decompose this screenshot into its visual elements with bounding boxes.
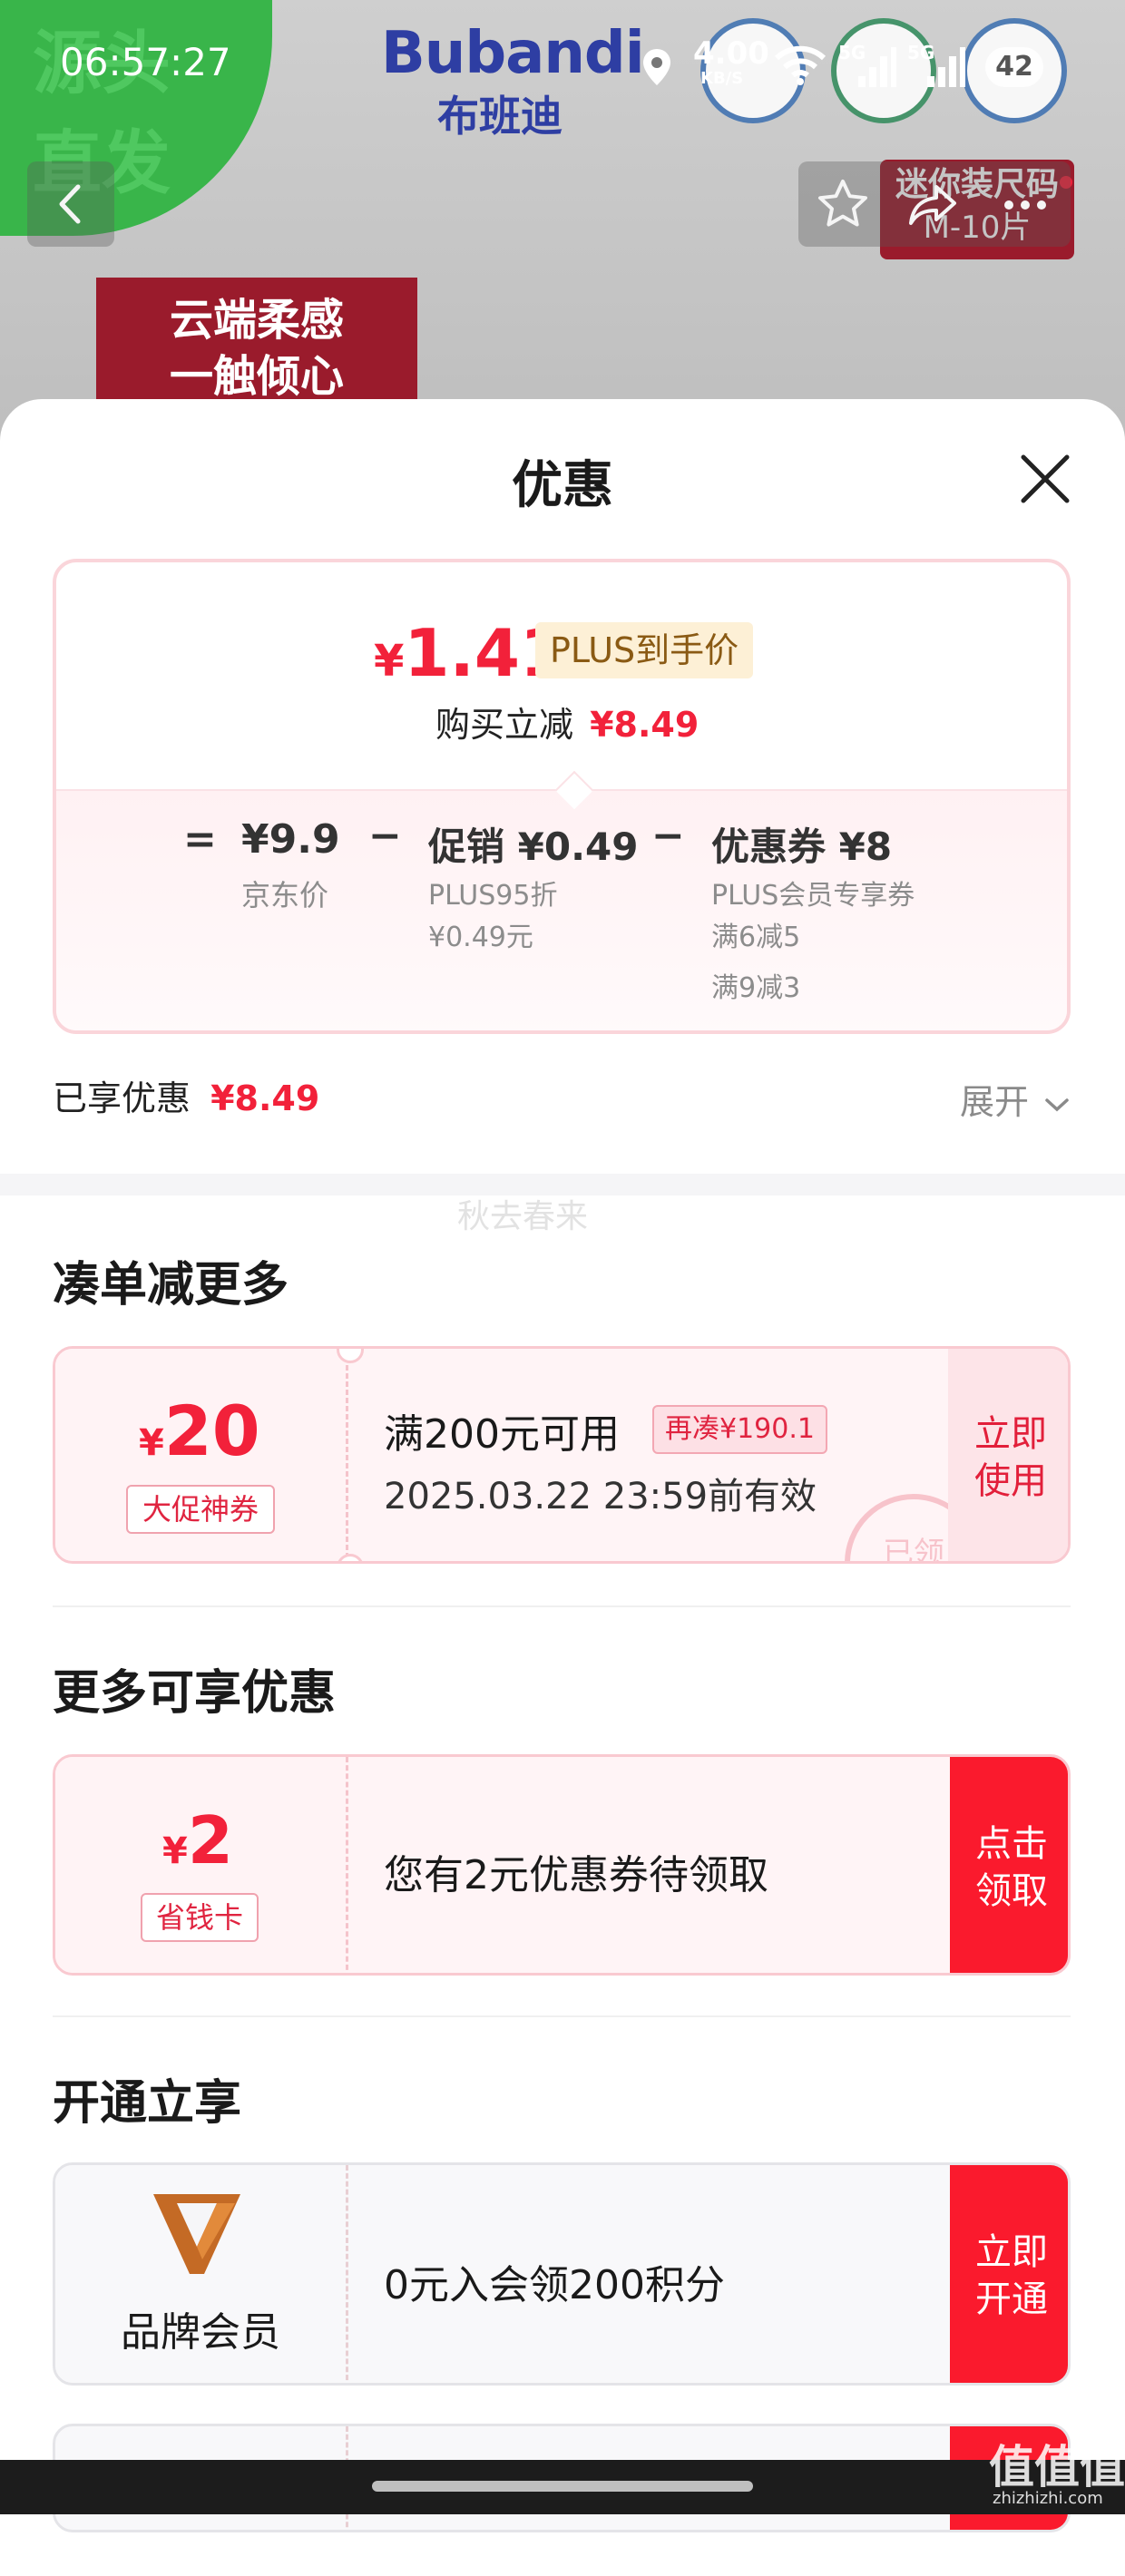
enjoyed-discount-label: 已享优惠 [53,1078,191,1118]
coupon-value: ¥20 [139,1390,260,1471]
more-button[interactable] [1000,180,1051,234]
sheet-title: 优惠 [512,456,613,515]
net-speed: 4.00 [693,35,769,72]
savings-desc: 您有2元优惠券待领取 [384,1852,768,1898]
enjoyed-discount: 已享优惠 ¥8.49 [53,1070,319,1120]
brand-member-card: 品牌会员 0元入会领200积分 立即 开通 [53,2162,1071,2386]
share-button[interactable] [904,174,964,238]
section-title-open-enjoy: 开通立享 [53,2076,242,2131]
price-breakdown-card: ¥1.41 PLUS到手价 购买立减 ¥8.49 = ¥9.9 京东价 − 促销… [53,559,1071,1034]
chevron-down-icon [1045,1098,1069,1112]
promo-line-1: 云端柔感 [169,295,344,346]
member-perforation [346,2165,348,2383]
coupon-amount: 优惠券 ¥8 [711,825,893,869]
coupon-sub-3: 满9减3 [711,972,801,1004]
minus-sign-1: − [368,813,402,859]
more-dots-icon [1004,200,1046,210]
breakdown-area: = ¥9.9 京东价 − 促销 ¥0.49 PLUS95折 ¥0.49元 − 优… [56,770,1067,1030]
plus-price-badge: PLUS到手价 [535,622,754,678]
equals-sign: = [183,816,217,863]
use-now-line-1: 立即 [974,1413,1047,1455]
coupon-left-panel: ¥20 大促神券 [55,1349,346,1561]
section-title-more-offers: 更多可享优惠 [53,1666,337,1721]
instant-discount-label: 购买立减 [435,705,574,745]
star-icon [818,180,867,227]
claim-line-2: 领取 [975,1870,1048,1912]
brand-name-en: Bubandi [381,20,645,87]
instant-discount-value: ¥8.49 [590,705,699,745]
coupon-perforation [346,1349,348,1561]
member-left-panel: 品牌会员 [55,2165,346,2383]
use-now-button[interactable]: 立即 使用 [948,1349,1068,1561]
expand-button[interactable]: 展开 [960,1074,1071,1124]
claim-line-1: 点击 [975,1823,1048,1865]
member-desc: 0元入会领200积分 [384,2262,725,2308]
battery-indicator: 42 [985,47,1043,87]
coupon-currency: ¥ [139,1422,164,1464]
signal-1-icon [846,45,896,93]
top-action-group [798,161,1071,247]
coupon-card-promo: ¥20 大促神券 满200元可用 再凑¥190.1 2025.03.22 23:… [53,1346,1071,1564]
claim-button[interactable]: 点击 领取 [950,1757,1068,1973]
promo-sub-2: ¥0.49元 [428,922,533,953]
savings-amount: 2 [187,1802,233,1878]
wifi-icon [773,44,827,89]
site-watermark-url: zhizhizhi.com [993,2489,1103,2508]
savings-left-panel: ¥2 省钱卡 [55,1757,346,1973]
use-now-line-2: 使用 [974,1460,1047,1502]
coupon-type-tag: 大促神券 [126,1485,275,1534]
coupon-extra-tag: 再凑¥190.1 [652,1405,827,1454]
open-line-1: 立即 [975,2231,1048,2273]
open-line-2: 开通 [975,2278,1048,2320]
savings-card-tag: 省钱卡 [141,1893,259,1942]
coupon-amount-20: 20 [163,1390,260,1471]
promo-line-2: 一触倾心 [169,351,344,402]
coupon-condition: 满200元可用 [384,1411,620,1458]
close-icon [1021,454,1070,503]
user-watermark: 秋去春来 [457,1198,589,1235]
expand-label: 展开 [960,1082,1030,1122]
coupon-sub-1: PLUS会员专享券 [711,880,915,912]
open-membership-button[interactable]: 立即 开通 [950,2165,1068,2383]
section-title-more-deals: 凑单减更多 [53,1258,289,1312]
brand-member-label: 品牌会员 [121,2309,280,2356]
minus-sign-2: − [651,813,685,859]
back-arrow-icon [59,184,81,224]
back-button[interactable] [27,161,114,247]
location-icon [641,47,677,85]
status-time: 06:57:27 [60,40,231,84]
savings-value: ¥2 [162,1802,233,1878]
savings-perforation [346,1757,348,1973]
share-icon [909,185,956,225]
net-speed-unit: KB/S [700,69,744,88]
site-watermark-logo: 值值值 [989,2441,1125,2493]
signal-2-icon [915,45,965,93]
section-separator-2 [53,2015,1071,2017]
promo-amount: 促销 ¥0.49 [428,825,639,869]
base-price: ¥9.9 [241,816,340,863]
home-indicator[interactable] [372,2481,753,2492]
instant-discount: 购买立减 ¥8.49 [435,697,699,746]
promo-sub-1: PLUS95折 [428,880,558,912]
close-button[interactable] [1014,448,1076,510]
base-price-label: 京东价 [241,878,329,912]
savings-currency: ¥ [162,1830,188,1872]
brand-member-logo-icon [150,2191,244,2281]
coupon-sub-2: 满6减5 [711,922,801,953]
coupon-validity: 2025.03.22 23:59前有效 [384,1476,817,1517]
enjoyed-discount-value: ¥8.49 [210,1078,320,1118]
favorite-button[interactable] [813,174,873,238]
section-separator-1 [53,1605,1071,1607]
coupon-card-savings: ¥2 省钱卡 您有2元优惠券待领取 点击 领取 [53,1754,1071,1976]
pointer-caret [554,770,594,810]
brand-name-cn: 布班迪 [437,92,562,141]
final-price-currency: ¥ [374,636,405,687]
